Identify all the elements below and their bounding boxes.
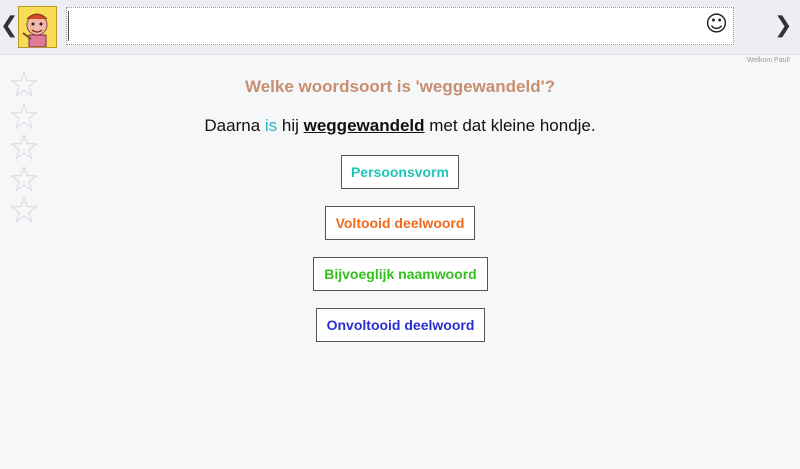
answer-option-bijvoeglijk-naamwoord[interactable]: Bijvoeglijk naamwoord bbox=[313, 257, 488, 291]
top-toolbar: ❮ ☺ ❯ bbox=[0, 0, 800, 55]
text-caret bbox=[68, 11, 69, 41]
question-title: Welke woordsoort is 'weggewandeld'? bbox=[244, 77, 556, 96]
target-word: weggewandeld bbox=[303, 116, 425, 135]
example-sentence: Daarna is hij weggewandeld met dat klein… bbox=[0, 116, 800, 136]
cartoon-character-logo-icon bbox=[18, 6, 57, 48]
highlighted-word: is bbox=[264, 116, 278, 135]
previous-arrow-icon[interactable]: ❮ bbox=[0, 12, 18, 40]
next-arrow-icon[interactable]: ❯ bbox=[774, 12, 792, 40]
smiley-icon[interactable]: ☺ bbox=[705, 12, 728, 38]
answer-option-onvoltooid-deelwoord[interactable]: Onvoltooid deelwoord bbox=[316, 308, 485, 342]
sentence-part: Daarna bbox=[204, 116, 265, 135]
answer-option-persoonsvorm[interactable]: Persoonsvorm bbox=[341, 155, 459, 189]
star-icon bbox=[10, 133, 38, 160]
star-icon bbox=[10, 164, 38, 192]
answer-input[interactable] bbox=[66, 7, 734, 45]
sentence-part: hij bbox=[277, 116, 304, 135]
sentence-part: met dat kleine hondje. bbox=[424, 116, 596, 135]
answer-option-voltooid-deelwoord[interactable]: Voltooid deelwoord bbox=[325, 206, 475, 240]
star-icon bbox=[10, 196, 38, 223]
welcome-message: Welkom Paul! bbox=[746, 57, 790, 64]
